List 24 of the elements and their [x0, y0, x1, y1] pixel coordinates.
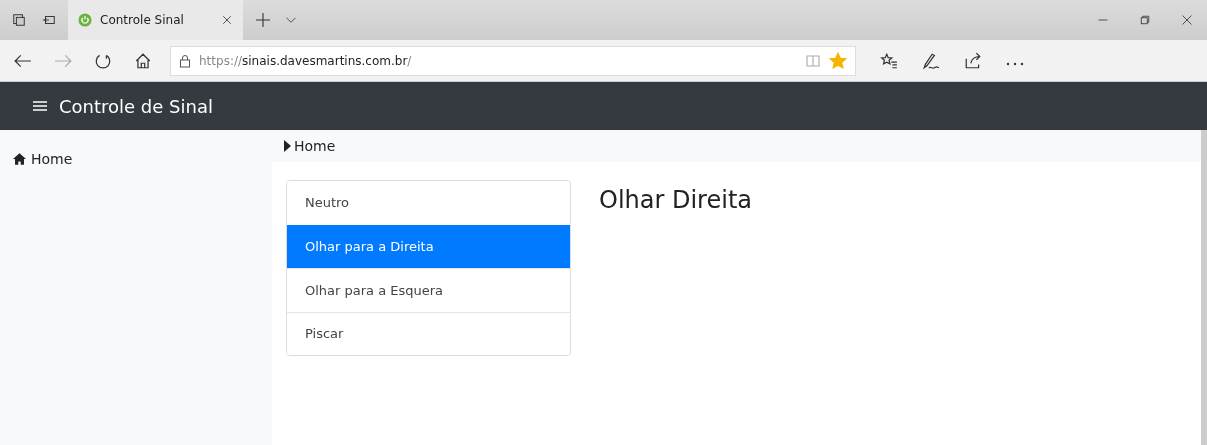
list-item[interactable]: Olhar para a Direita: [287, 224, 570, 268]
pen-icon[interactable]: [922, 51, 940, 70]
set-aside-icon[interactable]: [42, 13, 56, 27]
home-icon[interactable]: [134, 51, 152, 70]
power-icon: [78, 13, 92, 27]
list-item[interactable]: Piscar: [287, 311, 570, 355]
lock-icon: [179, 53, 191, 68]
close-icon[interactable]: [1181, 14, 1193, 26]
close-icon[interactable]: [221, 14, 233, 26]
caret-icon: [284, 140, 291, 152]
share-icon[interactable]: [964, 51, 982, 70]
browser-tab[interactable]: Controle Sinal: [68, 0, 243, 40]
plus-icon[interactable]: [255, 12, 271, 28]
page-heading: Olhar Direita: [599, 186, 752, 216]
favorites-icon[interactable]: [880, 51, 898, 70]
star-icon[interactable]: [829, 51, 847, 70]
sidebar-item[interactable]: Home: [0, 150, 79, 168]
address-field[interactable]: https://sinais.davesmartins.com.br/: [170, 45, 856, 76]
restore-icon[interactable]: [1139, 14, 1151, 26]
app-title: Controle de Sinal: [59, 95, 213, 117]
tabs-icon[interactable]: [12, 13, 26, 27]
menu-icon[interactable]: [33, 100, 47, 112]
breadcrumb-item[interactable]: Home: [294, 138, 336, 154]
home-icon: [13, 153, 26, 165]
